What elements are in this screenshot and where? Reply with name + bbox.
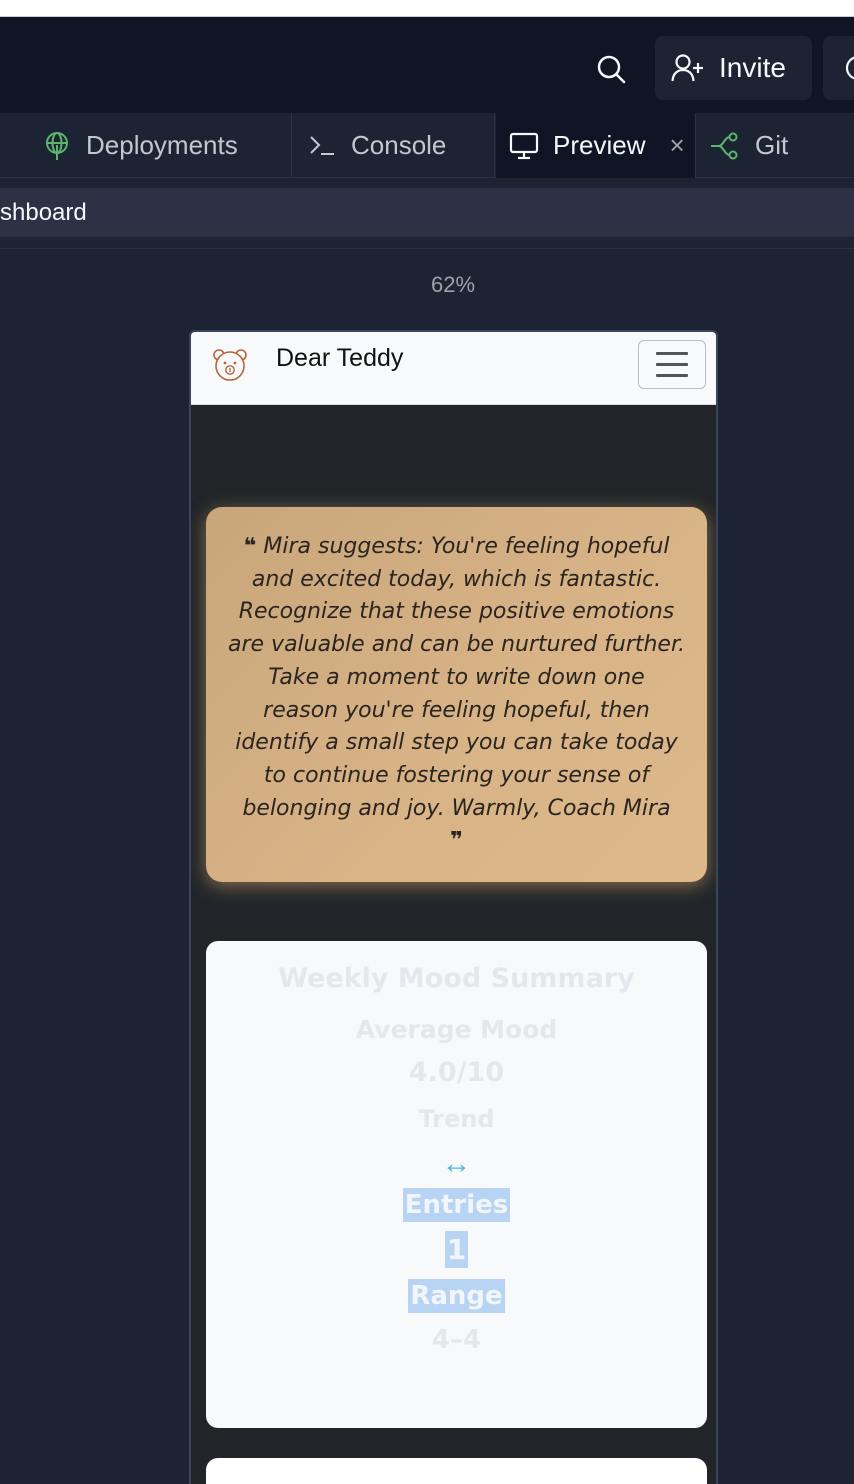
menu-toggle-button[interactable] [638, 340, 706, 389]
breadcrumb-label: shboard [0, 198, 87, 226]
window-top-strip [0, 0, 854, 17]
close-icon[interactable]: × [669, 130, 684, 161]
preview-frame: Dear Teddy ❝ Mira suggests: You're feeli… [189, 330, 718, 1484]
range-value: 4–4 [431, 1325, 482, 1355]
tab-preview-label: Preview [553, 130, 646, 160]
mood-summary-card: Weekly Mood Summary Average Mood 4.0/10 … [206, 941, 707, 1428]
app-navbar: Dear Teddy [191, 332, 716, 405]
globe-icon [845, 56, 854, 80]
tab-preview[interactable]: Preview × [496, 113, 696, 178]
next-card [206, 1458, 707, 1484]
tab-console[interactable]: Console [293, 113, 495, 178]
coach-quote-text: Mira suggests: You're feeling hopeful an… [228, 534, 685, 821]
add-user-icon [671, 54, 703, 82]
range-label-wrap: Range [206, 1279, 707, 1313]
hamburger-line [656, 352, 688, 355]
search-button[interactable] [588, 46, 634, 92]
entries-value: 1 [444, 1231, 469, 1268]
coach-quote-card: ❝ Mira suggests: You're feeling hopeful … [206, 507, 707, 882]
breadcrumb: shboard [0, 188, 854, 237]
tab-deployments-label: Deployments [86, 130, 238, 160]
invite-button[interactable]: Invite [655, 36, 812, 100]
divider [0, 248, 854, 249]
hamburger-line [656, 363, 688, 366]
help-button[interactable] [823, 36, 854, 100]
average-mood-value: 4.0/10 [408, 1057, 505, 1088]
tab-git-label: Git [755, 130, 789, 160]
tab-bar: Deployments Console Preview × Git [0, 113, 854, 178]
open-quote-icon: ❝ [243, 534, 257, 559]
tab-deployments[interactable]: Deployments [0, 113, 292, 178]
git-branch-icon [711, 132, 738, 159]
trend-label: Trend [418, 1105, 495, 1133]
hamburger-line [656, 374, 688, 377]
entries-label: Entries [402, 1188, 511, 1222]
trend-arrows-icon: ↔ [441, 1147, 472, 1180]
average-mood-label: Average Mood [355, 1015, 558, 1044]
summary-title: Weekly Mood Summary [278, 963, 635, 994]
invite-label: Invite [719, 52, 786, 83]
monitor-icon [509, 132, 539, 159]
workspace-header: Invite [0, 17, 854, 113]
entries-value-wrap: 1 [206, 1231, 707, 1268]
search-icon [597, 55, 626, 84]
close-quote-icon: ❞ [450, 828, 463, 854]
entries-label-wrap: Entries [206, 1188, 707, 1222]
app-brand[interactable]: Dear Teddy [276, 344, 403, 373]
range-label: Range [408, 1279, 505, 1313]
deployments-globe-icon [46, 131, 68, 160]
tab-console-label: Console [351, 130, 447, 160]
tab-git[interactable]: Git [697, 113, 854, 178]
zoom-level: 62% [430, 272, 476, 297]
teddy-bear-icon [213, 349, 247, 381]
terminal-icon [310, 135, 334, 155]
